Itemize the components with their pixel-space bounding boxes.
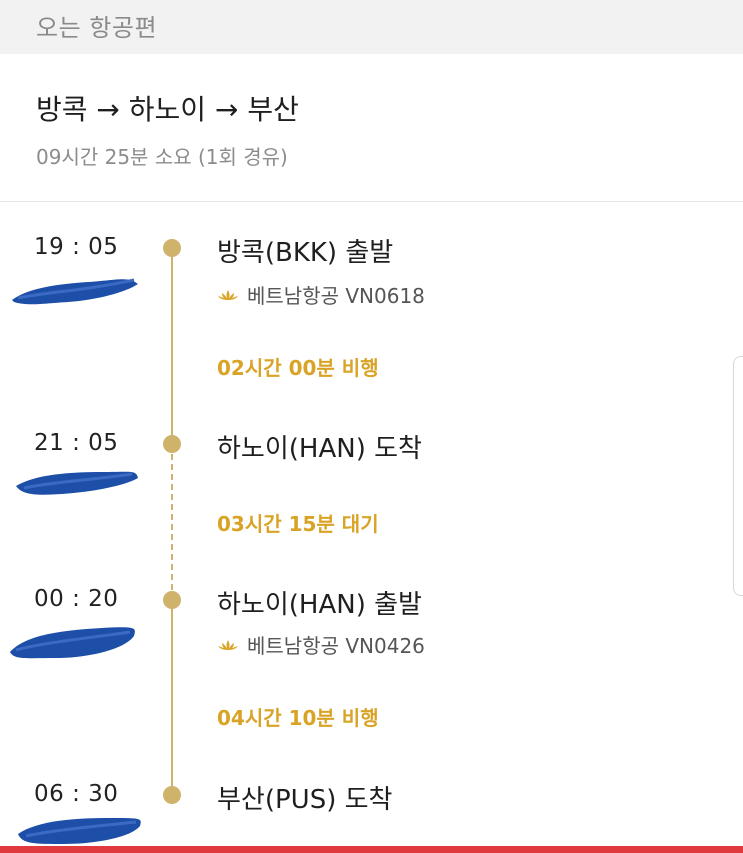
route-title: 방콕 → 하노이 → 부산	[36, 93, 299, 126]
segment-duration: 02시간 00분 비행	[217, 356, 379, 380]
event-label: 하노이(HAN) 출발	[217, 590, 422, 620]
route-summary: 09시간 25분 소요 (1회 경유)	[36, 145, 288, 169]
event-label: 방콕(BKK) 출발	[217, 238, 394, 268]
bottom-accent-bar	[0, 846, 743, 853]
redaction-scribble	[18, 818, 141, 844]
timeline-line	[171, 600, 173, 795]
lotus-icon	[218, 289, 238, 300]
divider	[0, 201, 743, 202]
section-title: 오는 항공편	[36, 14, 158, 42]
section-header: 오는 항공편	[0, 0, 743, 54]
timeline-dot	[163, 239, 181, 257]
timeline-dot	[163, 786, 181, 804]
redaction-scribble	[10, 627, 135, 659]
event-label: 하노이(HAN) 도착	[217, 434, 422, 464]
timeline-dot	[163, 435, 181, 453]
redaction-scribble	[12, 278, 138, 305]
lotus-icon	[218, 639, 238, 650]
redaction-scribble	[16, 471, 138, 495]
arrival-time: 06 : 30	[34, 781, 119, 807]
event-label: 부산(PUS) 도착	[217, 785, 393, 815]
departure-time: 00 : 20	[34, 586, 119, 612]
timeline-dashed-line	[171, 444, 173, 600]
timeline-line	[171, 250, 173, 444]
flight-info: 베트남항공 VN0618	[217, 280, 425, 309]
timeline-dot	[163, 591, 181, 609]
layover-duration: 03시간 15분 대기	[217, 512, 379, 536]
departure-time: 19 : 05	[34, 234, 119, 260]
flight-number: 베트남항공 VN0618	[247, 284, 425, 308]
segment-duration: 04시간 10분 비행	[217, 706, 379, 730]
flight-info: 베트남항공 VN0426	[217, 630, 425, 659]
side-scroll-handle[interactable]	[733, 356, 743, 596]
flight-number: 베트남항공 VN0426	[247, 634, 425, 658]
arrival-time: 21 : 05	[34, 430, 119, 456]
